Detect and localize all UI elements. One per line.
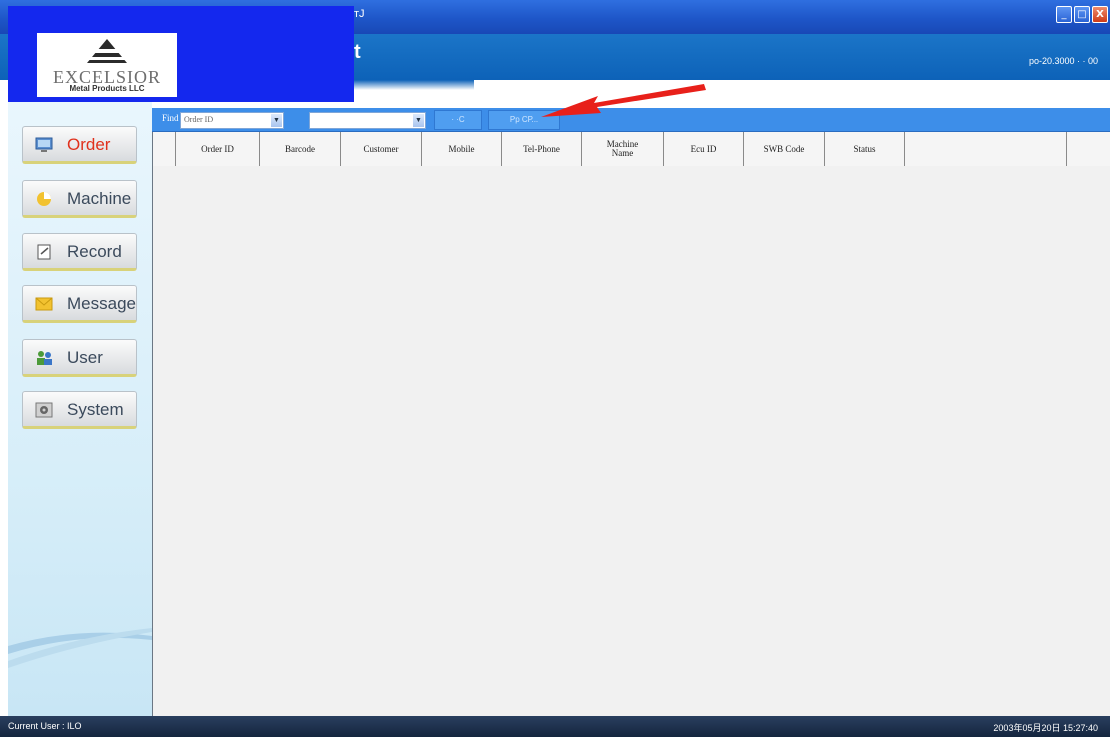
datetime-text: 2003年05月20日 15:27:40 xyxy=(993,723,1098,733)
sidebar-item-user[interactable]: User xyxy=(22,339,137,377)
envelope-icon xyxy=(35,297,53,311)
column-header[interactable]: Mobile xyxy=(422,132,502,166)
logo-panel: EXCELSIOR Metal Products LLC xyxy=(8,6,354,102)
logo-subtitle: Metal Products LLC xyxy=(69,84,145,93)
sidebar-item-message[interactable]: Message xyxy=(22,285,137,323)
status-bar: Current User : ILO 2003年05月20日 15:27:40 xyxy=(0,716,1110,737)
gear-icon xyxy=(35,402,53,418)
search-toolbar: Find Order ID ▼ ▼ · ·C Рр СР... xyxy=(152,108,1110,132)
company-logo: EXCELSIOR Metal Products LLC xyxy=(37,33,177,97)
search-button[interactable]: · ·C xyxy=(434,110,482,130)
row-selector-header xyxy=(153,132,176,166)
window-title: тJ xyxy=(354,8,365,20)
document-icon xyxy=(37,244,51,260)
minimize-button[interactable]: _ xyxy=(1056,6,1072,23)
maximize-button[interactable]: □ xyxy=(1074,6,1090,23)
column-header[interactable]: Order ID xyxy=(176,132,260,166)
header-decoration xyxy=(354,80,1110,102)
column-header[interactable]: Tel-Phone xyxy=(502,132,582,166)
sidebar-item-system[interactable]: System xyxy=(22,391,137,429)
app-window: тJ _ □ X t ро-20.3000 · · 00 EXCELSIOR M… xyxy=(0,0,1110,737)
close-button[interactable]: X xyxy=(1092,6,1108,23)
sidebar-item-label: Order xyxy=(67,135,111,154)
new-order-button[interactable]: Рр СР... xyxy=(488,110,560,130)
find-field-value: Order ID xyxy=(184,115,214,124)
users-icon xyxy=(37,351,52,365)
current-user-text: Current User : ILO xyxy=(8,721,82,731)
sidebar-item-label: Machine xyxy=(67,189,132,208)
find-value-select[interactable]: ▼ xyxy=(309,112,426,129)
sidebar: Order Machine Record Message User System xyxy=(8,102,152,716)
column-header[interactable]: Machine Name xyxy=(582,132,664,166)
find-field-select[interactable]: Order ID ▼ xyxy=(180,112,284,129)
sidebar-item-machine[interactable]: Machine xyxy=(22,180,137,218)
monitor-icon xyxy=(35,137,53,152)
sidebar-item-label: User xyxy=(67,348,103,367)
chevron-down-icon[interactable]: ▼ xyxy=(413,114,424,127)
column-header[interactable]: Status xyxy=(825,132,905,166)
sidebar-swoosh xyxy=(8,628,152,668)
table-header: Order ID Barcode Customer Mobile Tel-Pho… xyxy=(153,132,1110,166)
sidebar-item-label: System xyxy=(67,400,124,419)
app-title: t xyxy=(354,41,361,63)
pie-chart-icon xyxy=(37,192,51,206)
order-table: Order ID Barcode Customer Mobile Tel-Pho… xyxy=(152,132,1110,716)
sidebar-item-order[interactable]: Order xyxy=(22,126,137,164)
column-header[interactable]: Barcode xyxy=(260,132,341,166)
find-label: Find xyxy=(162,113,179,123)
sidebar-item-label: Record xyxy=(67,242,122,261)
column-header[interactable]: SWB Code xyxy=(744,132,825,166)
sidebar-item-record[interactable]: Record xyxy=(22,233,137,271)
column-header-filler xyxy=(905,132,1067,166)
header-info: ро-20.3000 · · 00 xyxy=(1028,56,1098,66)
column-header[interactable]: Customer xyxy=(341,132,422,166)
chevron-down-icon[interactable]: ▼ xyxy=(271,114,282,127)
sidebar-item-label: Message xyxy=(67,294,136,313)
column-header[interactable]: Ecu ID xyxy=(664,132,744,166)
